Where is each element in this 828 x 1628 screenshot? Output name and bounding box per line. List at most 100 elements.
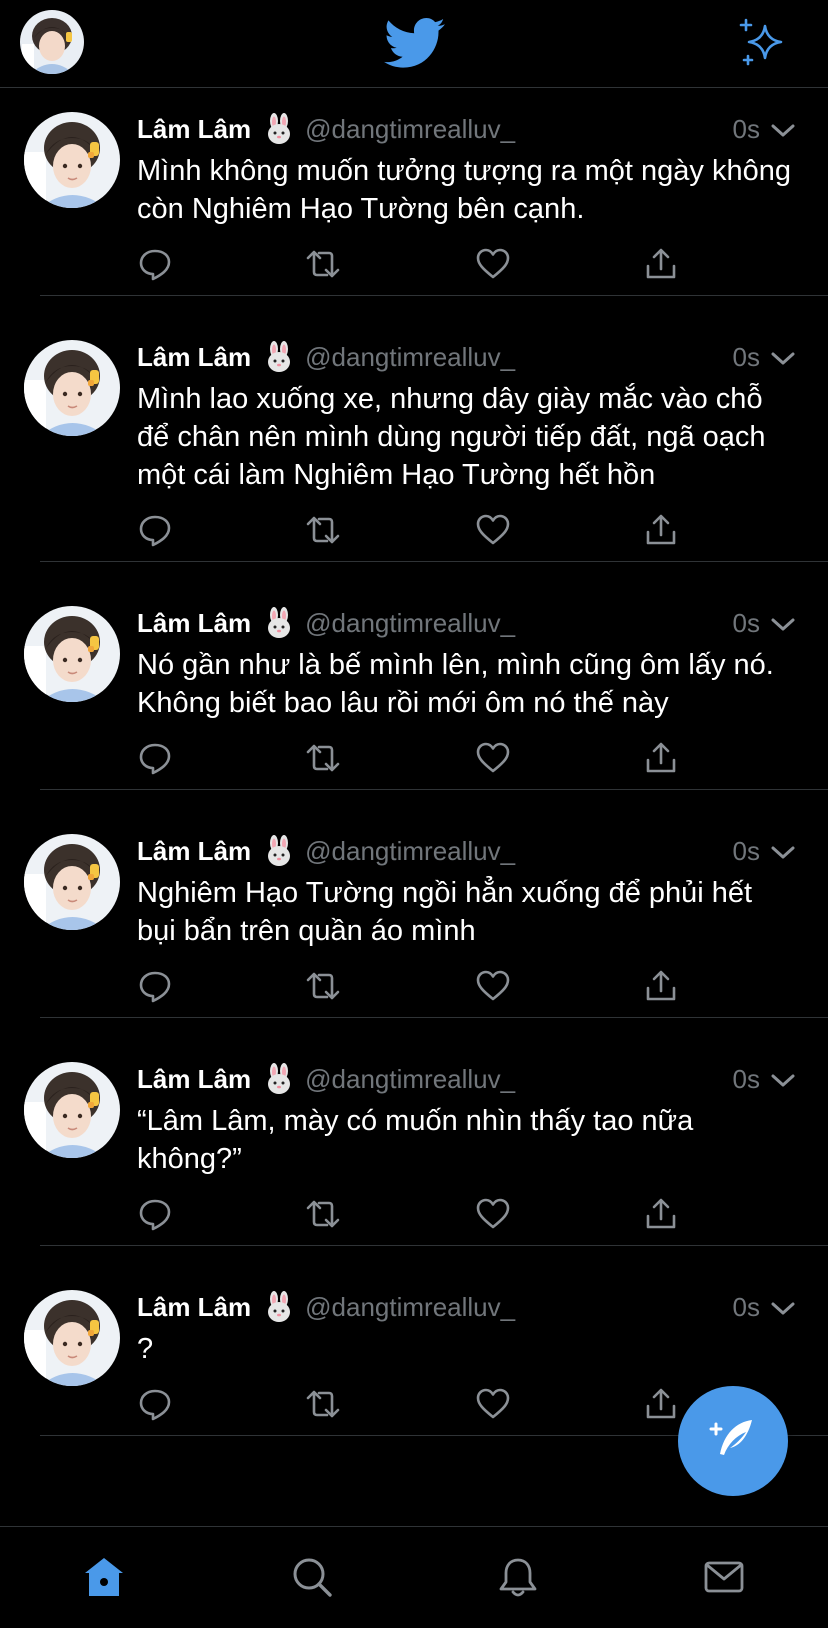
share-icon[interactable] [643, 968, 679, 1004]
retweet-icon[interactable] [305, 968, 341, 1004]
tweet-text: Nó gần như là bế mình lên, mình cũng ôm … [137, 649, 774, 719]
tweet[interactable]: Lâm Lâm @dangtimrealluv_ 0s [0, 810, 828, 1018]
reply-icon[interactable] [137, 1196, 173, 1232]
notifications-icon[interactable] [496, 1555, 540, 1599]
tweet-actions [137, 1196, 796, 1246]
tweet-header: Lâm Lâm @dangtimrealluv_ 0s [137, 112, 796, 146]
timestamp[interactable]: 0s [733, 608, 760, 639]
rabbit-face-icon [263, 835, 295, 867]
divider [40, 295, 828, 296]
tweet-actions [137, 246, 796, 296]
home-icon[interactable] [82, 1555, 126, 1599]
compose-tweet-button[interactable] [678, 1386, 788, 1496]
rabbit-face-icon [263, 113, 295, 145]
chevron-down-icon[interactable] [770, 840, 796, 862]
avatar[interactable] [24, 340, 120, 436]
retweet-icon[interactable] [305, 246, 341, 282]
tweet[interactable]: Lâm Lâm @dangtimrealluv_ 0s [0, 582, 828, 790]
display-name[interactable]: Lâm Lâm [137, 1064, 251, 1095]
reply-icon[interactable] [137, 246, 173, 282]
reply-icon[interactable] [137, 512, 173, 548]
rabbit-face-icon [263, 1063, 295, 1095]
tweet[interactable]: Lâm Lâm @dangtimrealluv_ 0s [0, 316, 828, 562]
avatar[interactable] [24, 834, 120, 930]
like-icon[interactable] [475, 1196, 511, 1232]
tweet-actions [137, 512, 796, 562]
share-icon[interactable] [643, 1386, 679, 1422]
tweet-header: Lâm Lâm @dangtimrealluv_ 0s [137, 834, 796, 868]
search-icon[interactable] [290, 1555, 334, 1599]
tweet-text: Mình lao xuống xe, nhưng dây giày mắc và… [137, 383, 766, 491]
tweet-header: Lâm Lâm @dangtimrealluv_ 0s [137, 1062, 796, 1096]
timestamp[interactable]: 0s [733, 342, 760, 373]
retweet-icon[interactable] [305, 1196, 341, 1232]
divider [40, 789, 828, 790]
compose-tweet-icon [709, 1420, 752, 1455]
rabbit-face-icon [263, 341, 295, 373]
divider [40, 561, 828, 562]
reply-icon[interactable] [137, 740, 173, 776]
user-handle[interactable]: @dangtimrealluv_ [305, 342, 515, 373]
retweet-icon[interactable] [305, 740, 341, 776]
chevron-down-icon[interactable] [770, 118, 796, 140]
retweet-icon[interactable] [305, 512, 341, 548]
like-icon[interactable] [475, 740, 511, 776]
tweet-text: “Lâm Lâm, mày có muốn nhìn thấy tao nữa … [137, 1105, 694, 1175]
tweet-header: Lâm Lâm @dangtimrealluv_ 0s [137, 340, 796, 374]
like-icon[interactable] [475, 968, 511, 1004]
tweet[interactable]: Lâm Lâm @dangtimrealluv_ 0s [0, 1038, 828, 1246]
rabbit-face-icon [263, 1291, 295, 1323]
user-handle[interactable]: @dangtimrealluv_ [305, 1064, 515, 1095]
sparkle-icon[interactable] [738, 18, 788, 68]
display-name[interactable]: Lâm Lâm [137, 1292, 251, 1323]
chevron-down-icon[interactable] [770, 1068, 796, 1090]
tweet[interactable]: Lâm Lâm @dangtimrealluv_ 0s [0, 88, 828, 296]
bottom-navigation [0, 1526, 828, 1628]
top-bar [0, 0, 828, 88]
tweet-text: Mình không muốn tưởng tượng ra một ngày … [137, 155, 792, 225]
tweet-header: Lâm Lâm @dangtimrealluv_ 0s [137, 606, 796, 640]
avatar[interactable] [24, 112, 120, 208]
chevron-down-icon[interactable] [770, 612, 796, 634]
reply-icon[interactable] [137, 1386, 173, 1422]
divider [40, 1017, 828, 1018]
timeline-feed[interactable]: Lâm Lâm @dangtimrealluv_ 0s Mình không m… [0, 88, 828, 1456]
rabbit-face-icon [263, 607, 295, 639]
share-icon[interactable] [643, 1196, 679, 1232]
tweet-text: ? [137, 1333, 154, 1365]
timestamp[interactable]: 0s [733, 836, 760, 867]
display-name[interactable]: Lâm Lâm [137, 608, 251, 639]
user-handle[interactable]: @dangtimrealluv_ [305, 836, 515, 867]
like-icon[interactable] [475, 1386, 511, 1422]
user-handle[interactable]: @dangtimrealluv_ [305, 114, 515, 145]
timestamp[interactable]: 0s [733, 1064, 760, 1095]
avatar[interactable] [24, 1290, 120, 1386]
avatar[interactable] [24, 1062, 120, 1158]
display-name[interactable]: Lâm Lâm [137, 342, 251, 373]
twitter-bird-icon[interactable] [384, 18, 446, 70]
tweet-actions [137, 968, 796, 1018]
reply-icon[interactable] [137, 968, 173, 1004]
share-icon[interactable] [643, 246, 679, 282]
timestamp[interactable]: 0s [733, 114, 760, 145]
timestamp[interactable]: 0s [733, 1292, 760, 1323]
profile-avatar-button[interactable] [20, 10, 84, 74]
retweet-icon[interactable] [305, 1386, 341, 1422]
share-icon[interactable] [643, 740, 679, 776]
like-icon[interactable] [475, 512, 511, 548]
user-handle[interactable]: @dangtimrealluv_ [305, 1292, 515, 1323]
like-icon[interactable] [475, 246, 511, 282]
tweet-text: Nghiêm Hạo Tường ngồi hẳn xuống để phủi … [137, 877, 753, 947]
chevron-down-icon[interactable] [770, 346, 796, 368]
divider [40, 1245, 828, 1246]
tweet-actions [137, 740, 796, 790]
messages-icon[interactable] [702, 1555, 746, 1599]
display-name[interactable]: Lâm Lâm [137, 114, 251, 145]
share-icon[interactable] [643, 512, 679, 548]
avatar [20, 10, 84, 74]
user-handle[interactable]: @dangtimrealluv_ [305, 608, 515, 639]
tweet-header: Lâm Lâm @dangtimrealluv_ 0s [137, 1290, 796, 1324]
display-name[interactable]: Lâm Lâm [137, 836, 251, 867]
avatar[interactable] [24, 606, 120, 702]
chevron-down-icon[interactable] [770, 1296, 796, 1318]
